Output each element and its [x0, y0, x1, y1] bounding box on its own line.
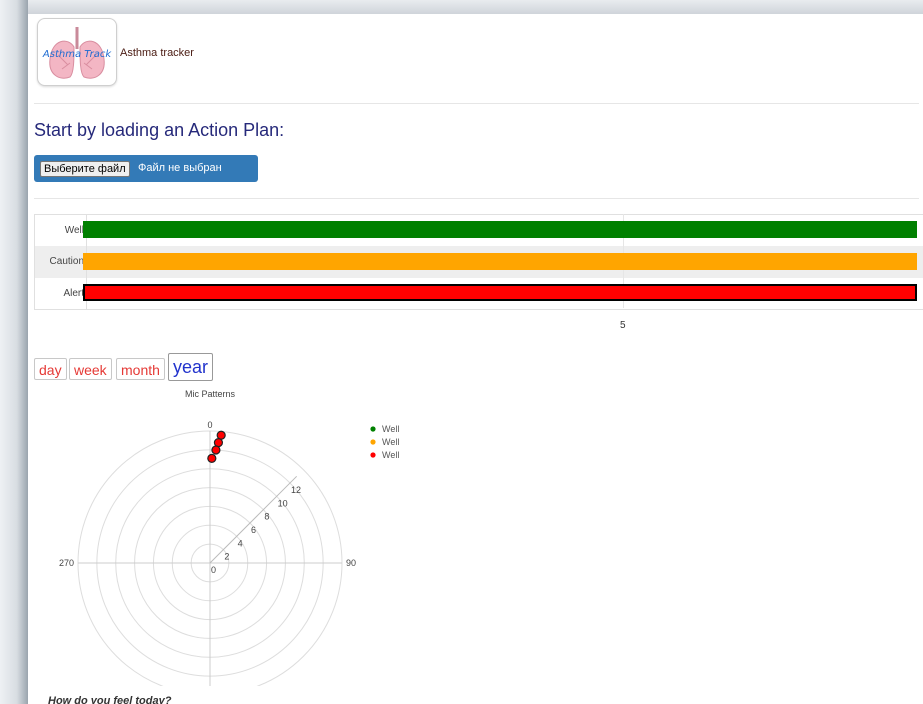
zone-bar-alert: [83, 284, 917, 301]
angular-tick-label: 90: [346, 558, 356, 568]
window-top-edge: [18, 0, 923, 14]
radial-tick-label: 4: [238, 538, 243, 548]
radial-tick-label: 6: [251, 525, 256, 535]
period-button-week[interactable]: week: [69, 358, 112, 380]
radial-tick-label: 0: [211, 565, 216, 575]
feel-prompt: How do you feel today?: [48, 695, 172, 704]
file-input-container[interactable]: Выберите файл Файл не выбран: [34, 155, 258, 182]
radial-tick-label: 2: [224, 552, 229, 562]
radial-tick-label: 8: [264, 512, 269, 522]
zone-bar-caution: [83, 253, 917, 270]
action-plan-heading: Start by loading an Action Plan:: [34, 120, 285, 140]
polar-chart: Mic Patterns 024681012 090180270 WellWel…: [59, 389, 399, 686]
chart-title: Mic Patterns: [185, 389, 236, 399]
window-left-edge: [0, 0, 28, 704]
period-button-year[interactable]: year: [168, 353, 214, 381]
data-point: [207, 453, 217, 463]
legend-marker: [370, 426, 376, 432]
zone-label: Alert: [35, 278, 87, 309]
period-button-day[interactable]: day: [34, 358, 67, 380]
data-point: [211, 445, 221, 455]
chart-legend: Well Well Well: [370, 424, 399, 460]
legend-label: Well: [382, 424, 399, 434]
radial-tick-label: 10: [278, 498, 288, 508]
file-status-text: Файл не выбран: [138, 162, 222, 174]
divider: [34, 103, 919, 104]
app-logo[interactable]: Asthma Track: [37, 18, 117, 86]
legend-label: Well: [382, 450, 399, 460]
zone-label: Well: [35, 215, 87, 246]
zone-axis-tick: 5: [620, 320, 626, 331]
legend-marker: [370, 439, 376, 445]
legend-label: Well: [382, 437, 399, 447]
logo-text: Asthma Track: [42, 49, 112, 60]
period-button-month[interactable]: month: [116, 358, 165, 380]
angular-tick-label: 0: [207, 420, 212, 430]
legend-marker: [370, 452, 376, 458]
angular-ticks: 090180270: [59, 420, 356, 568]
zone-label: Caution: [35, 246, 87, 278]
radial-tick-label: 12: [291, 485, 301, 495]
app-title[interactable]: Asthma tracker: [120, 47, 194, 59]
data-point: [213, 438, 224, 448]
radial-ticks: 02468 1012: [209, 475, 301, 575]
divider: [34, 198, 919, 199]
page: Asthma Track Asthma tracker Start by loa…: [28, 14, 923, 704]
radial-axis-line: [209, 475, 298, 564]
zone-bar-well: [83, 221, 917, 238]
choose-file-button[interactable]: Выберите файл: [40, 161, 130, 177]
angular-tick-label: 270: [59, 558, 74, 568]
